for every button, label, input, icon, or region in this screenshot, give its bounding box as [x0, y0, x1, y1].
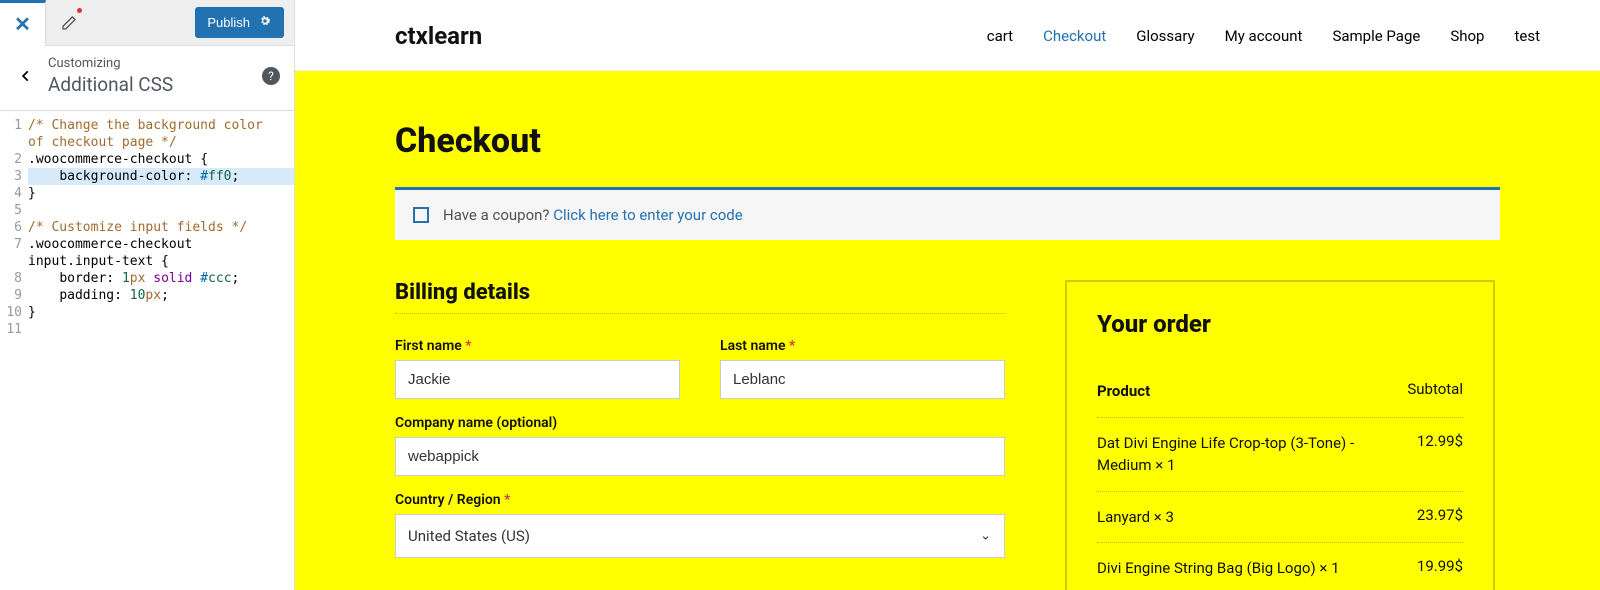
order-item-row: Dat Divi Engine Life Crop-top (3-Tone) -…	[1097, 418, 1463, 492]
pencil-icon	[61, 15, 77, 31]
customizer-sidebar: ✕ Publish Customizing Additional CSS ?	[0, 0, 295, 590]
code-line[interactable]: 7.woocommerce-checkout	[0, 236, 294, 253]
code-line[interactable]: 6/* Customize input fields */	[0, 219, 294, 236]
order-summary: Your order Product Subtotal Dat Divi Eng…	[1065, 280, 1495, 590]
edit-pencil-button[interactable]	[46, 0, 92, 46]
company-label: Company name (optional)	[395, 415, 1005, 431]
code-line[interactable]: 8 border: 1px solid #ccc;	[0, 270, 294, 287]
code-line[interactable]: 1/* Change the background color	[0, 117, 294, 134]
code-line[interactable]: input.input-text {	[0, 253, 294, 270]
country-label: Country / Region *	[395, 492, 1005, 508]
coupon-prompt: Have a coupon?	[443, 206, 550, 224]
publish-label: Publish	[207, 15, 250, 30]
nav-item-my-account[interactable]: My account	[1225, 27, 1303, 45]
nav-item-sample-page[interactable]: Sample Page	[1332, 27, 1420, 45]
site-logo[interactable]: ctxlearn	[395, 22, 482, 50]
back-button[interactable]	[12, 64, 40, 88]
nav-item-cart[interactable]: cart	[987, 27, 1013, 45]
gear-icon	[258, 14, 272, 31]
coupon-icon	[413, 207, 429, 223]
section-header: Customizing Additional CSS ?	[0, 46, 294, 111]
country-select[interactable]: United States (US)	[395, 514, 1005, 558]
nav-item-test[interactable]: test	[1514, 27, 1540, 45]
order-header-row: Product Subtotal	[1097, 366, 1463, 418]
css-editor[interactable]: 1/* Change the background colorof checko…	[0, 111, 294, 590]
code-line[interactable]: 2.woocommerce-checkout {	[0, 151, 294, 168]
code-line[interactable]: 10}	[0, 304, 294, 321]
code-line[interactable]: 9 padding: 10px;	[0, 287, 294, 304]
coupon-notice: Have a coupon? Click here to enter your …	[395, 187, 1500, 240]
close-customizer-button[interactable]: ✕	[0, 0, 46, 46]
customizing-label: Customizing	[48, 56, 262, 71]
section-title: Additional CSS	[48, 73, 262, 96]
order-item-row: Lanyard × 323.97$	[1097, 492, 1463, 544]
code-line[interactable]: 4}	[0, 185, 294, 202]
first-name-label: First name *	[395, 338, 680, 354]
company-input[interactable]	[395, 437, 1005, 476]
last-name-input[interactable]	[720, 360, 1005, 399]
code-line[interactable]: of checkout page */	[0, 134, 294, 151]
last-name-label: Last name *	[720, 338, 1005, 354]
site-header: ctxlearn cart Checkout Glossary My account S…	[295, 0, 1600, 71]
billing-heading: Billing details	[395, 280, 1005, 314]
nav-item-glossary[interactable]: Glossary	[1136, 27, 1194, 45]
code-line[interactable]: 11	[0, 321, 294, 338]
nav-item-checkout[interactable]: Checkout	[1043, 27, 1106, 45]
site-preview: ctxlearn cart Checkout Glossary My account S…	[295, 0, 1600, 590]
sidebar-top-bar: ✕ Publish	[0, 0, 294, 46]
first-name-input[interactable]	[395, 360, 680, 399]
order-column: Your order Product Subtotal Dat Divi Eng…	[1065, 280, 1495, 590]
publish-button[interactable]: Publish	[195, 7, 284, 38]
order-item-row: Divi Engine String Bag (Big Logo) × 119.…	[1097, 543, 1463, 590]
code-line[interactable]: 5	[0, 202, 294, 219]
coupon-link[interactable]: Click here to enter your code	[553, 206, 742, 224]
checkout-page: Checkout Have a coupon? Click here to en…	[295, 71, 1600, 590]
code-line[interactable]: 3 background-color: #ff0;	[0, 168, 294, 185]
order-heading: Your order	[1097, 310, 1463, 338]
page-title: Checkout	[395, 121, 1500, 161]
nav-item-shop[interactable]: Shop	[1450, 27, 1484, 45]
help-icon[interactable]: ?	[262, 67, 280, 85]
billing-column: Billing details First name * Last name *	[395, 280, 1005, 590]
main-nav: cart Checkout Glossary My account Sample Pag…	[987, 27, 1540, 45]
